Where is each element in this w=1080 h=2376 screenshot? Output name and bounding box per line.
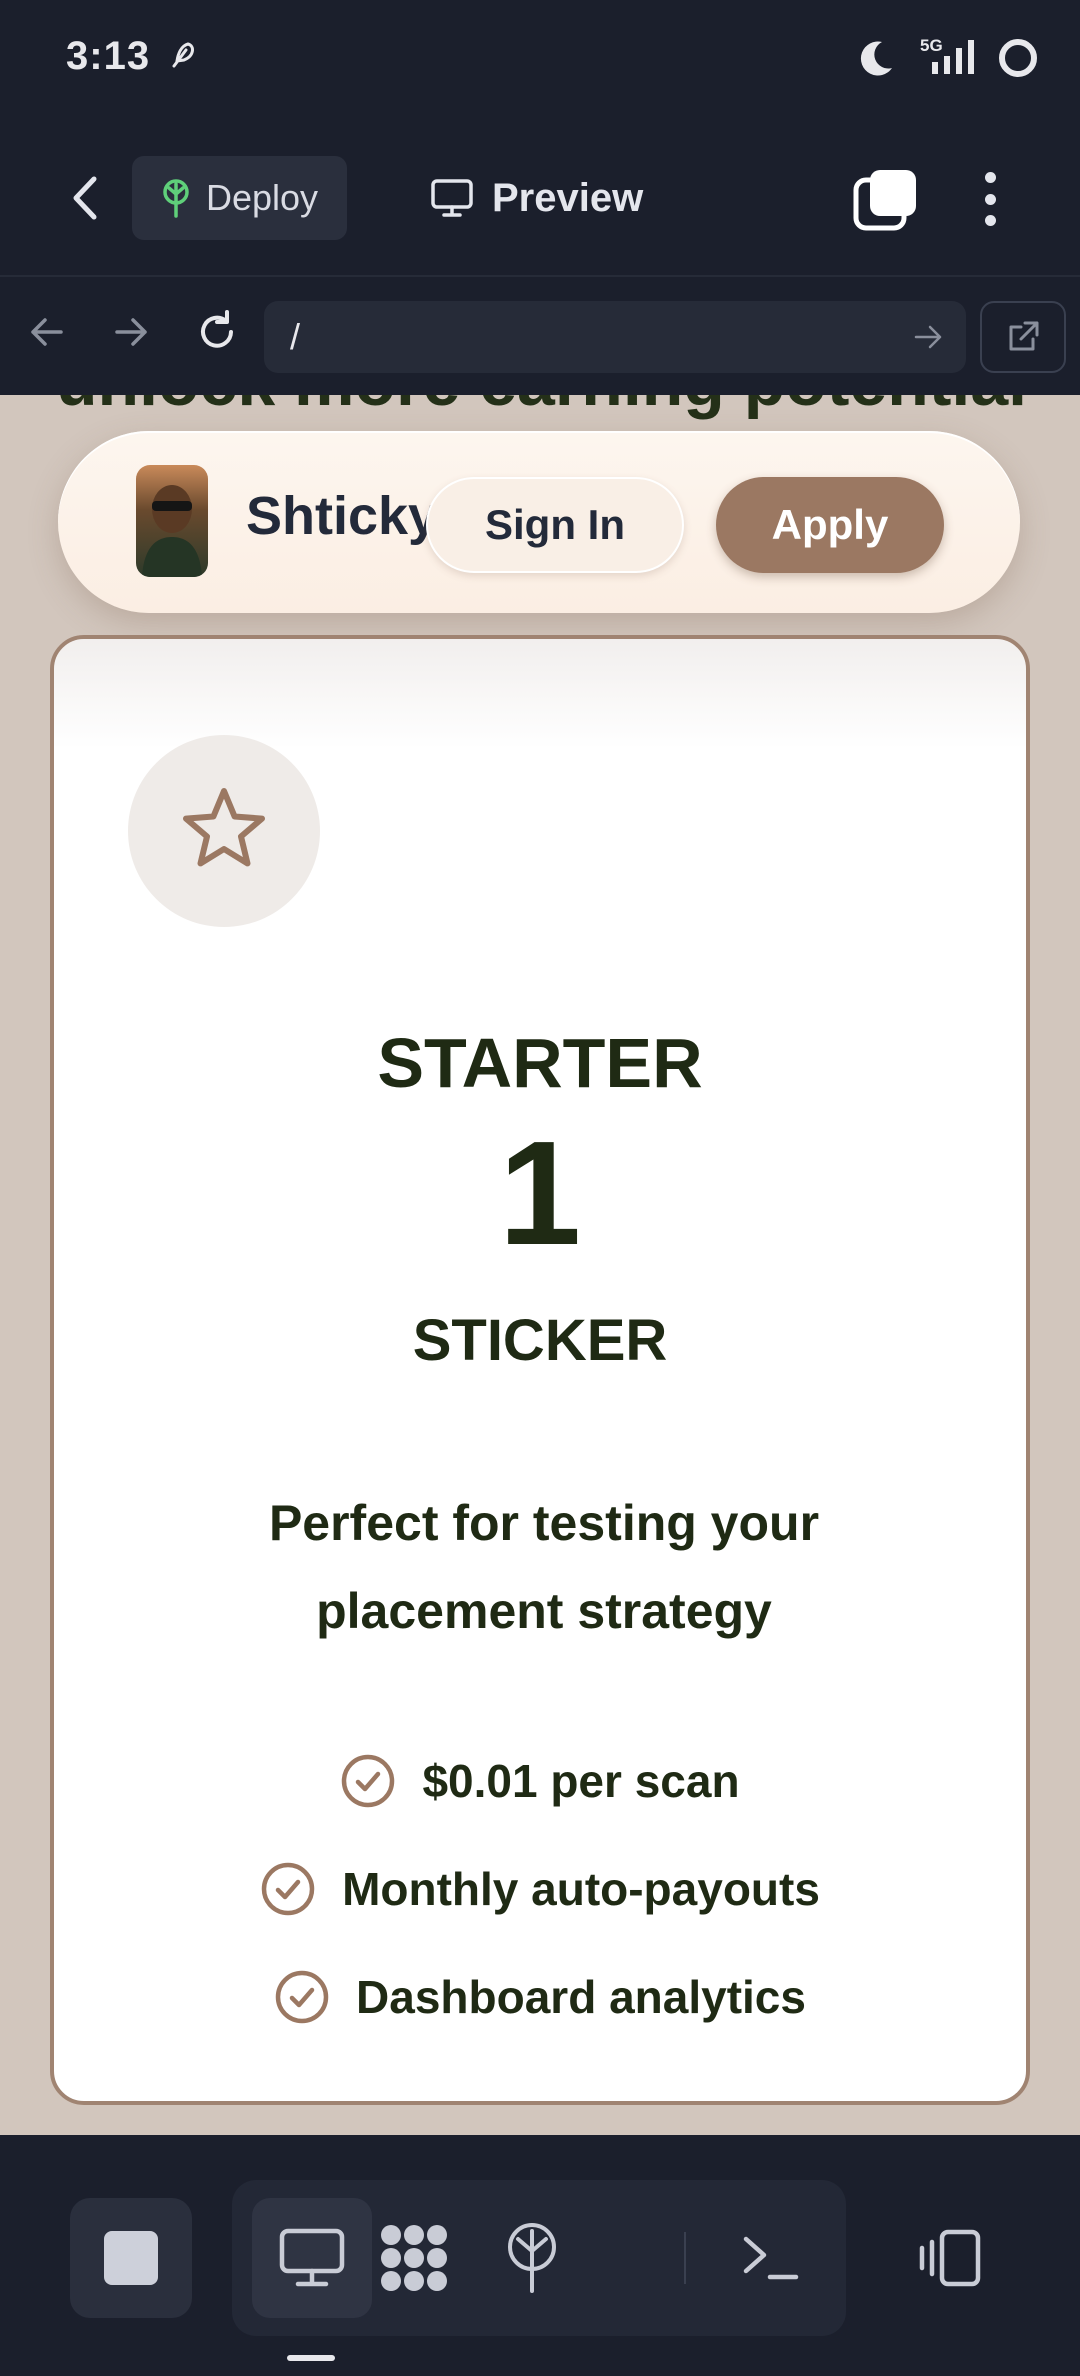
- pricing-card: STARTER 1 STICKER Perfect for testing yo…: [50, 635, 1030, 2105]
- bottom-dock: [0, 2135, 1080, 2376]
- go-arrow-icon[interactable]: [912, 321, 944, 353]
- deploy-button[interactable]: Deploy: [132, 156, 347, 240]
- deploy-label: Deploy: [206, 177, 319, 218]
- plan-quantity: 1: [498, 1111, 582, 1276]
- monitor-icon: [431, 179, 473, 217]
- feature-item: Dashboard analytics: [54, 1943, 1026, 2051]
- check-circle-icon: [342, 1754, 395, 1808]
- deploy-tree-icon: [508, 2223, 556, 2293]
- preview-button[interactable]: Preview: [430, 156, 643, 240]
- site-navbar: Shticky Sign In Apply: [58, 431, 1020, 613]
- web-viewport: unlock more earning potential Shticky Si…: [0, 395, 1080, 2135]
- avatar[interactable]: [136, 465, 208, 577]
- star-icon: [183, 788, 265, 867]
- circle-icon: [999, 39, 1037, 77]
- desktop-icon: [279, 2228, 345, 2287]
- status-icons: 5G: [856, 36, 1040, 80]
- url-text: /: [290, 316, 301, 357]
- reload-button[interactable]: [192, 307, 242, 357]
- side-panel-icon: [919, 2229, 981, 2287]
- feather-icon: [172, 42, 194, 68]
- preview-label: Preview: [492, 175, 644, 220]
- terminal-icon: [743, 2236, 799, 2280]
- app-toolbar: Deploy Preview: [0, 120, 1080, 275]
- tabs-icon[interactable]: [852, 168, 918, 234]
- moon-icon: [860, 41, 892, 76]
- open-external-icon: [1009, 321, 1039, 351]
- status-time: 3:13: [66, 34, 151, 78]
- browser-bar: /: [0, 275, 1080, 395]
- plan-unit: STICKER: [412, 1308, 668, 1373]
- more-vert-icon[interactable]: [972, 166, 1008, 232]
- feature-list: $0.01 per scan Monthly auto-payouts Dash…: [54, 1727, 1026, 2051]
- brand-name[interactable]: Shticky: [246, 485, 438, 547]
- signal-icon: 5G: [914, 36, 978, 80]
- stop-button[interactable]: [70, 2198, 192, 2318]
- url-input[interactable]: /: [264, 301, 966, 373]
- star-badge: [128, 735, 320, 927]
- apps-tab[interactable]: [354, 2198, 474, 2318]
- feature-label: Dashboard analytics: [356, 1971, 806, 2023]
- deploy-tree-icon: [163, 179, 189, 218]
- feature-label: Monthly auto-payouts: [342, 1863, 820, 1915]
- feature-item: $0.01 per scan: [54, 1727, 1026, 1835]
- arrow-left-icon: [31, 318, 63, 346]
- arrow-right-icon: [115, 318, 147, 346]
- apps-grid-icon: [381, 2225, 447, 2291]
- plan-description: Perfect for testing your placement strat…: [268, 1495, 820, 1639]
- check-circle-icon: [261, 1862, 315, 1916]
- side-panel-button[interactable]: [900, 2198, 1000, 2318]
- back-arrow-icon: [73, 176, 97, 220]
- feature-item: Monthly auto-payouts: [54, 1835, 1026, 1943]
- dock-tab-group: [232, 2180, 846, 2336]
- reload-icon: [201, 310, 233, 348]
- terminal-tab[interactable]: [710, 2198, 830, 2318]
- plan-name: STARTER: [377, 1024, 703, 1102]
- deploy-tab[interactable]: [472, 2198, 592, 2318]
- back-button[interactable]: [60, 168, 110, 228]
- browser-forward-button[interactable]: [106, 307, 156, 357]
- apply-button[interactable]: Apply: [716, 477, 944, 573]
- sign-in-button[interactable]: Sign In: [426, 477, 684, 573]
- status-bar: 3:13 5G: [0, 0, 1080, 120]
- home-indicator[interactable]: [287, 2355, 335, 2361]
- check-circle-icon: [275, 1970, 329, 2024]
- feature-label: $0.01 per scan: [422, 1755, 740, 1807]
- section-heading: unlock more earning potential: [56, 395, 1027, 421]
- browser-back-button[interactable]: [22, 307, 72, 357]
- open-external-button[interactable]: [980, 301, 1066, 373]
- stop-icon: [104, 2231, 158, 2285]
